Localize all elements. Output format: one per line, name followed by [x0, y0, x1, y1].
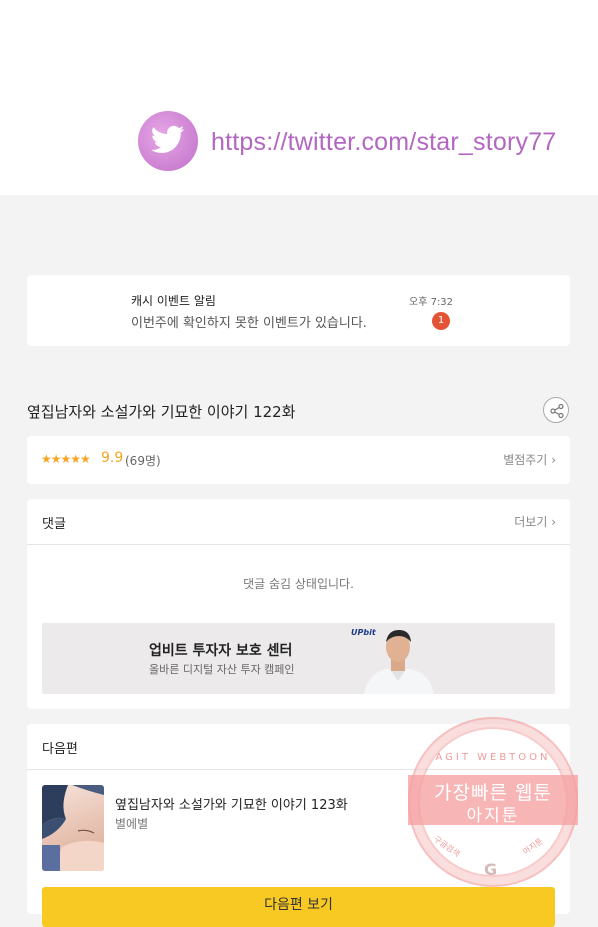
- notification-badge: 1: [432, 312, 450, 330]
- notification-title: 캐시 이벤트 알림: [131, 294, 216, 308]
- ad-title: 업비트 투자자 보호 센터: [149, 643, 293, 659]
- notification-message: 이번주에 확인하지 못한 이벤트가 있습니다.: [131, 316, 367, 331]
- comments-header: 댓글 더보기 ›: [27, 499, 570, 545]
- next-episode-thumbnail[interactable]: [42, 785, 104, 871]
- stamp-ring-text: AGIT WEBTOON: [435, 752, 551, 763]
- twitter-link[interactable]: https://twitter.com/star_story77: [211, 128, 556, 157]
- ad-banner[interactable]: 업비트 투자자 보호 센터 올바른 디지털 자산 투자 캠페인 UPbit: [42, 623, 555, 694]
- comments-section: 댓글 더보기 › 댓글 숨김 상태입니다. 업비트 투자자 보호 센터 올바른 …: [27, 499, 570, 709]
- chevron-right-icon: ›: [551, 515, 556, 529]
- rating-count: (69명): [125, 454, 161, 468]
- twitter-bird-icon[interactable]: [138, 111, 198, 171]
- rating-stars-icon: ★★★★★: [41, 452, 91, 466]
- rate-button-label: 별점주기: [503, 453, 548, 467]
- next-episode-author: 별에별: [115, 817, 149, 831]
- stamp-sub-text: 아지툰: [466, 806, 520, 826]
- episode-title: 옆집남자와 소설가와 기묘한 이야기 122화: [27, 403, 296, 421]
- next-episode-button[interactable]: 다음편 보기: [42, 887, 555, 927]
- comments-hidden-notice: 댓글 숨김 상태입니다.: [243, 577, 354, 591]
- rating-score: 9.9: [101, 450, 124, 466]
- event-notification[interactable]: 캐시 이벤트 알림 이번주에 확인하지 못한 이벤트가 있습니다. 오후 7:3…: [27, 275, 570, 346]
- share-button[interactable]: [543, 397, 569, 423]
- next-episode-section-title: 다음편: [42, 742, 78, 757]
- next-episode-title[interactable]: 옆집남자와 소설가와 기묘한 이야기 123화: [115, 794, 348, 813]
- comments-more-button[interactable]: 더보기 ›: [514, 513, 556, 530]
- google-logo-icon: G: [484, 860, 498, 879]
- promo-banner: https://twitter.com/star_story77: [0, 0, 598, 195]
- notification-time: 오후 7:32: [409, 297, 454, 308]
- more-label: 더보기: [514, 515, 548, 529]
- watermark-stamp: AGIT WEBTOON 가장빠른 웹툰 아지툰 구글검색 아지툰 G: [408, 717, 578, 887]
- comments-title: 댓글: [42, 517, 66, 532]
- rate-button[interactable]: 별점주기 ›: [503, 451, 556, 468]
- ad-person-image: [364, 630, 434, 694]
- chevron-right-icon: ›: [551, 453, 556, 467]
- ad-subtitle: 올바른 디지털 자산 투자 캠페인: [149, 663, 295, 676]
- stamp-band: 가장빠른 웹툰 아지툰: [408, 775, 578, 826]
- share-icon: [550, 403, 564, 419]
- rating-bar: ★★★★★ 9.9 (69명) 별점주기 ›: [27, 436, 570, 484]
